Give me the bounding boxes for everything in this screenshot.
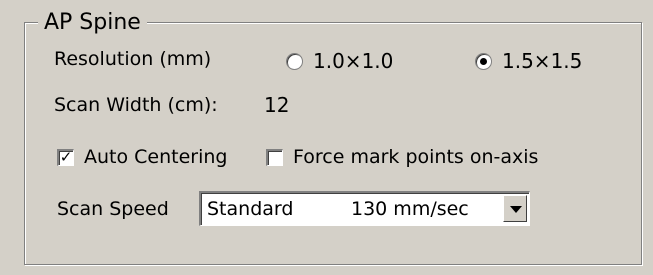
resolution-option-1x1[interactable]: 1.0×1.0 bbox=[286, 49, 393, 73]
dropdown-arrow-icon[interactable] bbox=[503, 195, 527, 222]
resolution-option-label: 1.5×1.5 bbox=[502, 49, 583, 73]
resolution-option-1-5x1-5[interactable]: 1.5×1.5 bbox=[475, 49, 582, 73]
radio-selected-icon bbox=[475, 52, 492, 70]
scan-speed-select[interactable]: Standard 130 mm/sec bbox=[199, 191, 530, 226]
radio-unselected-icon bbox=[286, 52, 303, 70]
group-title: AP Spine bbox=[38, 10, 147, 36]
scan-speed-name: Standard bbox=[207, 198, 294, 220]
auto-centering-label: Auto Centering bbox=[84, 146, 228, 168]
checkbox-empty-icon bbox=[266, 148, 283, 166]
checkmark-icon: ✓ bbox=[57, 148, 74, 166]
force-mark-checkbox[interactable]: Force mark points on-axis bbox=[266, 145, 538, 169]
resolution-option-label: 1.0×1.0 bbox=[313, 49, 394, 73]
resolution-label: Resolution (mm) bbox=[54, 48, 212, 70]
scan-speed-rate: 130 mm/sec bbox=[351, 198, 469, 220]
force-mark-label: Force mark points on-axis bbox=[293, 146, 539, 168]
auto-centering-checkbox[interactable]: ✓ Auto Centering bbox=[57, 145, 227, 169]
scan-width-label: Scan Width (cm): bbox=[54, 94, 218, 116]
scan-speed-label: Scan Speed bbox=[57, 198, 169, 220]
scan-width-value: 12 bbox=[264, 93, 290, 117]
